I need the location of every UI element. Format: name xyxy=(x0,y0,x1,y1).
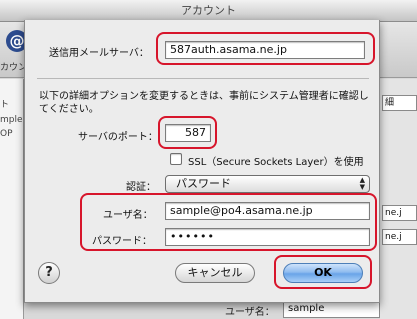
server-port-label: サーバのポート： xyxy=(78,132,158,143)
help-button[interactable]: ? xyxy=(38,262,60,284)
advanced-options-note: 以下の詳細オプションを変更するときは、事前にシステム管理者に確認してください。 xyxy=(39,91,369,115)
auth-popup[interactable]: パスワード ▲ ▼ xyxy=(165,175,370,193)
ssl-label: SSL（Secure Sockets Layer）を使用 xyxy=(188,157,364,168)
smtp-server-highlight xyxy=(156,32,375,65)
sidebar-item[interactable]: ト xyxy=(0,97,9,110)
auth-label: 認証： xyxy=(126,182,156,193)
detail-field[interactable]: ne.j xyxy=(382,205,417,221)
auth-popup-value: パスワード xyxy=(176,177,231,190)
popup-arrows-icon: ▲ ▼ xyxy=(359,176,365,191)
toolbar-label: カウン xyxy=(0,63,28,73)
window-titlebar: アカウント xyxy=(0,0,417,22)
bg-username-label: ユーザ名： xyxy=(225,307,275,318)
cancel-button[interactable]: キャンセル xyxy=(175,263,255,283)
sidebar-item[interactable]: OP xyxy=(0,129,13,139)
smtp-server-label: 送信用メールサーバ： xyxy=(49,48,149,59)
smtp-settings-sheet: 送信用メールサーバ： 587auth.asama.ne.jp 以下の詳細オプショ… xyxy=(24,20,380,303)
credentials-highlight xyxy=(80,193,377,251)
ssl-checkbox[interactable] xyxy=(170,153,182,165)
detail-field[interactable]: 細 xyxy=(382,95,417,111)
window-title: アカウント xyxy=(181,4,236,17)
sidebar-item[interactable]: mple xyxy=(0,115,23,125)
account-sidebar: ト mple OP xyxy=(0,79,24,319)
separator xyxy=(37,78,369,79)
ok-button-highlight xyxy=(274,255,372,289)
account-detail-panel: 細 ne.j ne.j xyxy=(380,79,417,319)
detail-field[interactable]: ne.j xyxy=(382,229,417,245)
server-port-highlight xyxy=(158,116,217,149)
